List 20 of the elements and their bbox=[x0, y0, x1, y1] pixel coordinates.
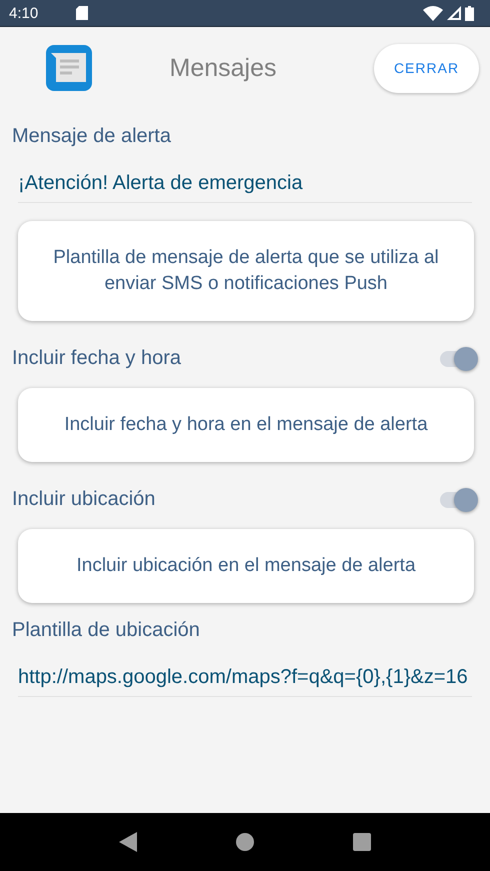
clock: 4:10 bbox=[9, 4, 38, 22]
toggle-label: Incluir ubicación bbox=[12, 488, 156, 511]
description-card: Plantilla de mensaje de alerta que se utiliza al enviar SMS o notificaciones Push bbox=[18, 221, 474, 321]
battery-icon bbox=[465, 6, 474, 20]
screen-title: Mensajes bbox=[168, 54, 278, 82]
toggle-label: Incluir fecha y hora bbox=[12, 347, 181, 370]
message-icon bbox=[46, 45, 92, 91]
recents-icon[interactable] bbox=[352, 833, 371, 851]
field-label: Plantilla de ubicación bbox=[12, 619, 201, 642]
field-label: Mensaje de alerta bbox=[12, 125, 172, 148]
signal-icon bbox=[447, 6, 461, 20]
description-card: Incluir ubicación en el mensaje de alerta bbox=[18, 529, 474, 603]
home-icon[interactable] bbox=[236, 833, 254, 851]
input-field[interactable]: http://maps.google.com/maps?f=q&q={0},{1}&z=16 bbox=[18, 664, 472, 697]
description-card: Incluir fecha y hora en el mensaje de alerta bbox=[18, 388, 474, 462]
wifi-icon bbox=[423, 6, 443, 20]
sd-card-icon bbox=[76, 6, 88, 20]
close-button[interactable]: CERRAR bbox=[374, 44, 479, 92]
back-icon[interactable] bbox=[119, 832, 138, 852]
input-field[interactable]: ¡Atención! Alerta de emergencia bbox=[18, 170, 472, 203]
